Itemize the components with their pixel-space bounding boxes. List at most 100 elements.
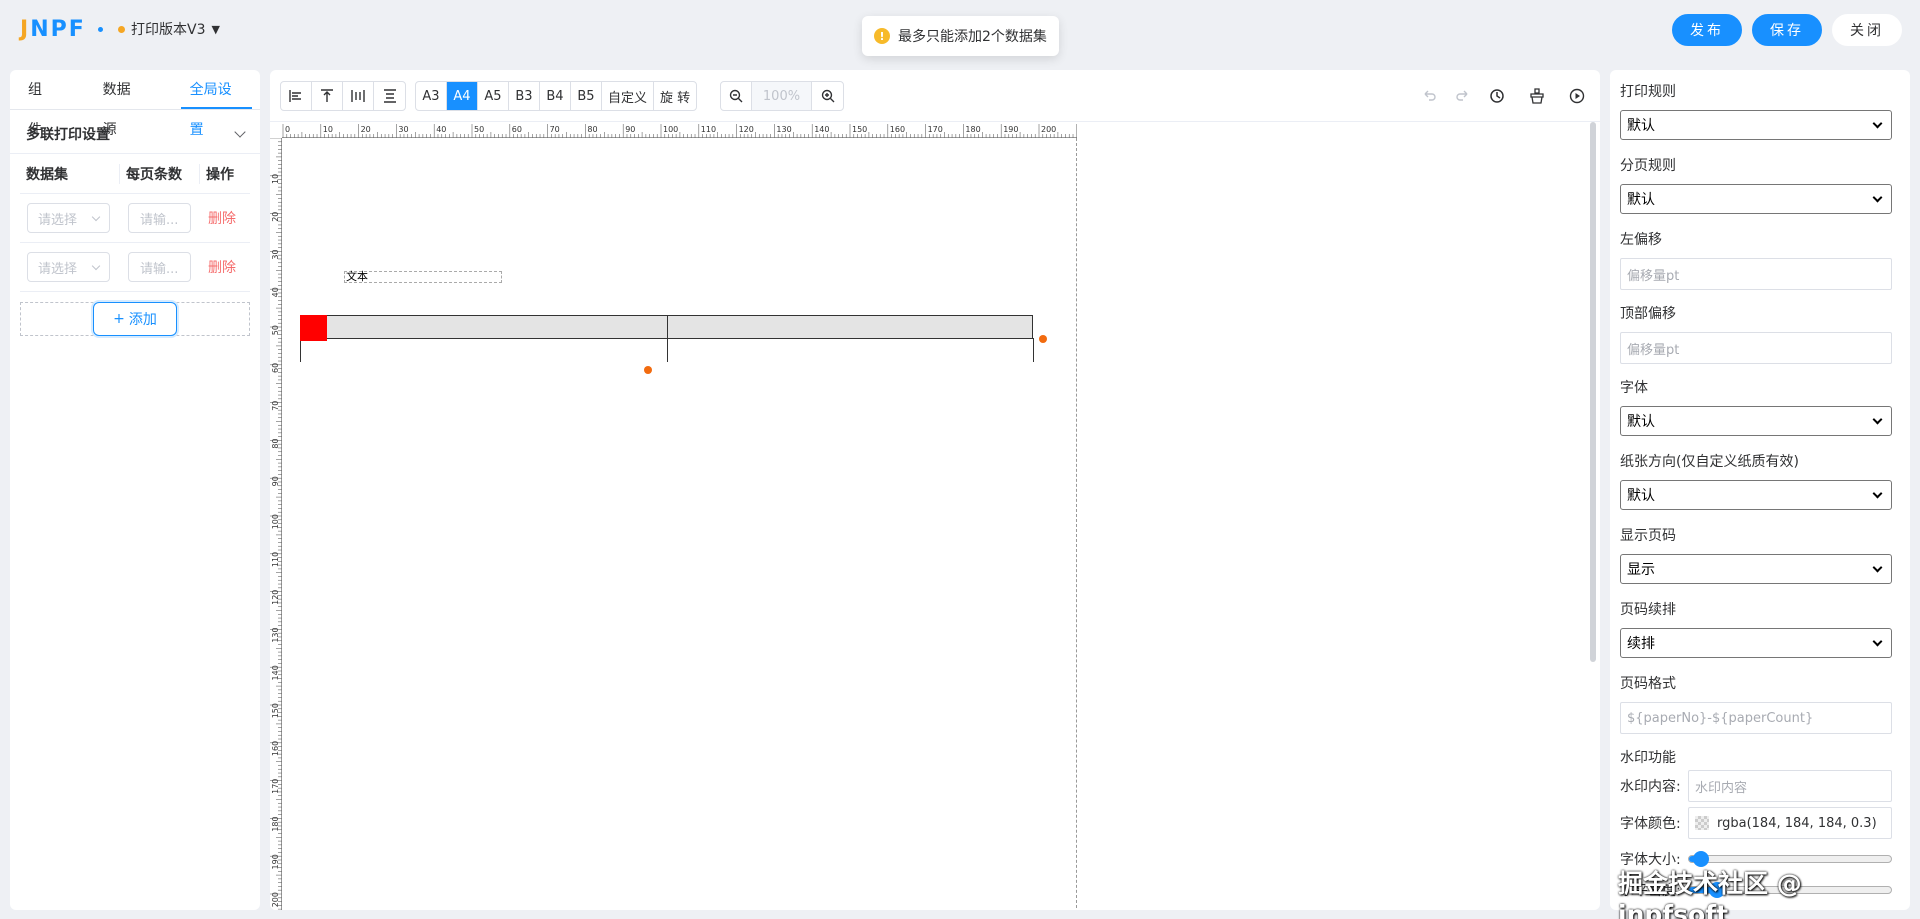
font-field: 字体 默认 bbox=[1620, 378, 1892, 436]
page-rule-select[interactable]: 默认 bbox=[1620, 184, 1892, 214]
paper-b4-button[interactable]: B4 bbox=[540, 82, 571, 110]
close-button[interactable]: 关闭 bbox=[1832, 14, 1902, 46]
distribute-horizontal-icon[interactable] bbox=[343, 82, 374, 110]
tab-global-settings[interactable]: 全局设置 bbox=[180, 70, 252, 138]
paper-a3-button[interactable]: A3 bbox=[416, 82, 447, 110]
align-left-icon[interactable] bbox=[281, 82, 312, 110]
top-offset-input[interactable]: 偏移量pt bbox=[1620, 332, 1892, 364]
zoom-group: 100% bbox=[720, 81, 844, 111]
distribute-vertical-icon[interactable] bbox=[374, 82, 405, 110]
history-icon[interactable] bbox=[1488, 87, 1506, 105]
paper-a5-button[interactable]: A5 bbox=[478, 82, 509, 110]
left-offset-input[interactable]: 偏移量pt bbox=[1620, 258, 1892, 290]
top-offset-field: 顶部偏移 偏移量pt bbox=[1620, 304, 1892, 364]
watermark-color-field: 字体颜色: rgba(184, 184, 184, 0.3) bbox=[1620, 807, 1892, 839]
ruler-label: 90 bbox=[625, 125, 635, 134]
ruler-label: 130 bbox=[271, 627, 280, 642]
publish-button[interactable]: 发布 bbox=[1672, 14, 1742, 46]
ruler-label: 190 bbox=[271, 854, 280, 869]
page-format-input[interactable]: ${paperNo}-${paperCount} bbox=[1620, 702, 1892, 734]
print-rule-select[interactable]: 默认 bbox=[1620, 110, 1892, 140]
show-page-select[interactable]: 显示 bbox=[1620, 554, 1892, 584]
canvas-toolbar: A3 A4 A5 B3 B4 B5 自定义 旋 转 100% bbox=[270, 70, 1600, 122]
ruler-label: 200 bbox=[271, 892, 280, 907]
table-corner-handle[interactable] bbox=[300, 315, 327, 341]
count-input[interactable]: 请输... bbox=[128, 203, 191, 233]
font-select[interactable]: 默认 bbox=[1620, 406, 1892, 436]
page-continue-select[interactable]: 续排 bbox=[1620, 628, 1892, 658]
watermark-content-input[interactable]: 水印内容 bbox=[1688, 770, 1892, 802]
save-button[interactable]: 保存 bbox=[1752, 14, 1822, 46]
dataset-select[interactable]: 请选择 bbox=[27, 203, 110, 233]
caret-down-icon: ▼ bbox=[211, 22, 220, 36]
add-dataset-button[interactable]: + 添加 bbox=[93, 302, 177, 336]
ruler-label: 160 bbox=[890, 125, 905, 134]
ruler-label: 120 bbox=[739, 125, 754, 134]
clear-icon[interactable] bbox=[1528, 87, 1546, 105]
ruler-label: 40 bbox=[271, 287, 280, 297]
ruler-label: 60 bbox=[271, 363, 280, 373]
dataset-table: 数据集 每页条数 操作 请选择 请输... 删除 请选择 请输... 删除 bbox=[20, 154, 250, 292]
ruler-label: 20 bbox=[361, 125, 371, 134]
ruler-label: 170 bbox=[928, 125, 943, 134]
ruler-label: 180 bbox=[271, 816, 280, 831]
font-size-slider[interactable] bbox=[1688, 851, 1892, 867]
chevron-down-icon bbox=[1872, 414, 1883, 424]
ruler-label: 140 bbox=[271, 665, 280, 680]
text-element[interactable]: 文本 bbox=[344, 271, 502, 283]
ruler-label: 60 bbox=[512, 125, 522, 134]
ruler-label: 140 bbox=[814, 125, 829, 134]
ruler-label: 160 bbox=[271, 741, 280, 756]
watermark-color-picker[interactable]: rgba(184, 184, 184, 0.3) bbox=[1688, 807, 1892, 839]
zoom-out-icon[interactable] bbox=[721, 82, 752, 110]
dataset-select[interactable]: 请选择 bbox=[27, 252, 110, 282]
left-offset-field: 左偏移 偏移量pt bbox=[1620, 230, 1892, 290]
multi-print-section[interactable]: 多联打印设置 bbox=[10, 114, 260, 154]
paper-a4-button[interactable]: A4 bbox=[447, 82, 478, 110]
ruler-label: 50 bbox=[474, 125, 484, 134]
undo-icon[interactable] bbox=[1420, 87, 1438, 105]
count-input[interactable]: 请输... bbox=[128, 252, 191, 282]
redo-icon[interactable] bbox=[1454, 87, 1472, 105]
delete-button[interactable]: 删除 bbox=[208, 211, 236, 227]
paper-b5-button[interactable]: B5 bbox=[571, 82, 602, 110]
ruler-label: 50 bbox=[271, 325, 280, 335]
table-header: 数据集 每页条数 操作 bbox=[20, 154, 250, 194]
paper-canvas[interactable]: 文本 bbox=[282, 138, 1077, 910]
table-element[interactable] bbox=[300, 315, 1033, 362]
align-top-icon[interactable] bbox=[312, 82, 343, 110]
toast-text: 最多只能添加2个数据集 bbox=[898, 29, 1047, 45]
zoom-in-icon[interactable] bbox=[812, 82, 843, 110]
paper-b3-button[interactable]: B3 bbox=[509, 82, 540, 110]
site-watermark: 掘金技术社区 @ jnpfsoft bbox=[1618, 869, 1802, 919]
align-group bbox=[280, 81, 406, 111]
properties-panel: 打印规则 默认 分页规则 默认 左偏移 偏移量pt 顶部偏移 偏移量pt 字体 … bbox=[1610, 70, 1910, 910]
ruler-label: 30 bbox=[271, 249, 280, 259]
preview-play-icon[interactable] bbox=[1568, 87, 1586, 105]
left-panel: 组件 数据源 全局设置 多联打印设置 数据集 每页条数 操作 请选择 请输...… bbox=[10, 70, 260, 910]
resize-handle-bottom[interactable] bbox=[644, 366, 652, 374]
header-dataset: 数据集 bbox=[20, 163, 120, 184]
chevron-down-icon bbox=[1872, 562, 1883, 572]
ruler-top-ticks: 0 10 20 30 40 50 60 70 80 90 100 110 120 130 140 150 160… bbox=[282, 124, 1078, 138]
version-label: 打印版本V3 bbox=[131, 22, 206, 38]
ruler-label: 170 bbox=[271, 779, 280, 794]
column-divider[interactable] bbox=[667, 316, 668, 362]
rotate-button[interactable]: 旋 转 bbox=[654, 82, 696, 110]
ruler-label: 0 bbox=[285, 125, 290, 134]
plus-icon: + bbox=[113, 311, 125, 327]
zoom-level: 100% bbox=[752, 82, 812, 110]
ruler-label: 80 bbox=[271, 438, 280, 448]
orientation-select[interactable]: 默认 bbox=[1620, 480, 1892, 510]
delete-button[interactable]: 删除 bbox=[208, 260, 236, 276]
left-tabs: 组件 数据源 全局设置 bbox=[10, 70, 260, 138]
version-selector[interactable]: 打印版本V3 ▼ bbox=[118, 19, 220, 39]
chevron-down-icon bbox=[1872, 636, 1883, 646]
paper-custom-button[interactable]: 自定义 bbox=[602, 82, 655, 110]
vertical-scrollbar[interactable] bbox=[1590, 122, 1596, 662]
tab-components[interactable]: 组件 bbox=[18, 70, 65, 138]
chevron-down-icon bbox=[91, 212, 101, 221]
resize-handle-right[interactable] bbox=[1039, 335, 1047, 343]
print-rule-field: 打印规则 默认 bbox=[1620, 82, 1892, 140]
tab-datasource[interactable]: 数据源 bbox=[93, 70, 153, 138]
